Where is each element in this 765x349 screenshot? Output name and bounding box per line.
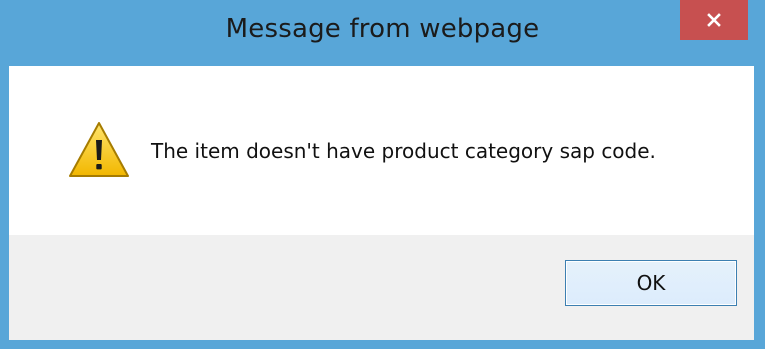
warning-icon bbox=[67, 120, 131, 180]
window-title: Message from webpage bbox=[225, 14, 540, 44]
close-button[interactable] bbox=[680, 0, 748, 40]
message-area: The item doesn't have product category s… bbox=[9, 66, 754, 235]
message-text: The item doesn't have product category s… bbox=[151, 139, 656, 163]
message-dialog: Message from webpage The item doesn't ha… bbox=[0, 0, 765, 349]
close-icon bbox=[706, 12, 722, 28]
title-bar[interactable]: Message from webpage bbox=[0, 0, 765, 66]
dialog-body: The item doesn't have product category s… bbox=[9, 66, 754, 340]
ok-button[interactable]: OK bbox=[565, 260, 737, 306]
